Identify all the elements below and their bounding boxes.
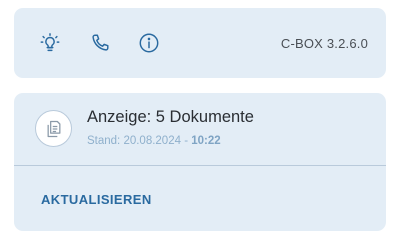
documents-timestamp: Stand: 20.08.2024 - 10:22: [87, 135, 221, 147]
timestamp-date: Stand: 20.08.2024 -: [87, 135, 192, 147]
info-icon[interactable]: [136, 30, 162, 56]
toolbar-card: C-BOX 3.2.6.0: [14, 8, 386, 78]
version-label: C-BOX 3.2.6.0: [280, 36, 368, 51]
documents-count-title: Anzeige: 5 Dokumente: [87, 108, 254, 126]
timestamp-time: 10:22: [191, 135, 221, 147]
lightbulb-icon[interactable]: [37, 30, 63, 56]
divider: [14, 165, 386, 166]
phone-icon[interactable]: [87, 30, 113, 56]
refresh-button[interactable]: AKTUALISIEREN: [41, 192, 152, 207]
documents-icon: [35, 110, 72, 147]
documents-card: Anzeige: 5 Dokumente Stand: 20.08.2024 -…: [14, 93, 386, 231]
